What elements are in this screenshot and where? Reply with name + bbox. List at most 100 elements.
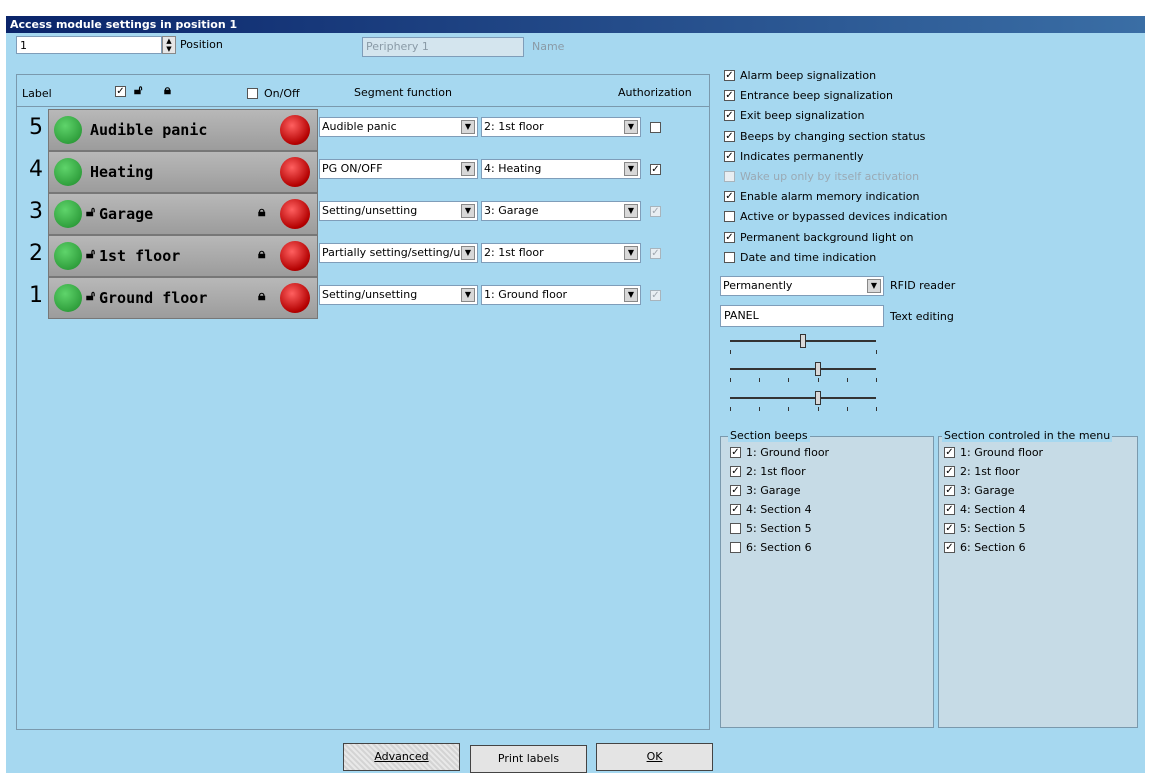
option-checkbox[interactable]: ✓ [724, 70, 735, 81]
option-checkbox[interactable] [724, 211, 735, 223]
option-label: Enable alarm memory indication [740, 190, 920, 204]
section-checkbox[interactable]: ✓ [730, 466, 741, 477]
segment-function-value: Setting/unsetting [322, 288, 418, 301]
green-led-icon[interactable] [54, 158, 82, 186]
chevron-down-icon[interactable]: ▼ [624, 288, 638, 302]
segment-section-select[interactable]: 2: 1st floor ▼ [481, 243, 641, 263]
section-checkbox[interactable]: ✓ [944, 523, 955, 534]
option-checkbox[interactable]: ✓ [724, 191, 735, 203]
position-spinner[interactable]: ▲ ▼ [162, 36, 176, 54]
red-led-icon[interactable] [280, 157, 310, 187]
section-checkbox[interactable]: ✓ [944, 504, 955, 515]
red-led-icon[interactable] [280, 115, 310, 145]
section-checkbox[interactable] [730, 542, 741, 553]
option-checkbox[interactable]: ✓ [724, 130, 735, 142]
spin-up-icon[interactable]: ▲ [163, 37, 175, 45]
red-led-icon[interactable] [280, 199, 310, 229]
advanced-button[interactable]: Advanced [343, 743, 460, 771]
window-title: Access module settings in position 1 [6, 16, 1145, 33]
segment-section-select[interactable]: 2: 1st floor ▼ [481, 117, 641, 137]
slider-track[interactable] [730, 397, 876, 399]
label-all-checkbox[interactable]: ✓ [115, 86, 126, 97]
segment-section-select[interactable]: 4: Heating ▼ [481, 159, 641, 179]
slider-tick [876, 407, 877, 411]
segment-function-select[interactable]: Audible panic ▼ [319, 117, 478, 137]
ok-button[interactable]: OK [596, 743, 713, 771]
label-header: Label [22, 87, 52, 100]
section-checkbox[interactable]: ✓ [730, 485, 741, 496]
red-led-icon[interactable] [280, 241, 310, 271]
authorization-checkbox[interactable] [650, 122, 661, 133]
segment-row[interactable] [48, 151, 318, 193]
option-checkbox[interactable]: ✓ [724, 150, 735, 162]
green-led-icon[interactable] [54, 116, 82, 144]
section-checkbox[interactable] [730, 523, 741, 534]
print-labels-button[interactable]: Print labels [470, 745, 587, 773]
section-label: 1: Ground floor [746, 446, 830, 459]
chevron-down-icon[interactable]: ▼ [461, 246, 475, 260]
slider-thumb[interactable] [800, 334, 806, 348]
red-led-icon[interactable] [280, 283, 310, 313]
chevron-down-icon[interactable]: ▼ [867, 279, 881, 293]
chevron-down-icon[interactable]: ▼ [624, 204, 638, 218]
chevron-down-icon[interactable]: ▼ [461, 204, 475, 218]
segment-function-select[interactable]: Partially setting/setting/ur ▼ [319, 243, 478, 263]
segment-number: 4 [29, 157, 43, 182]
chevron-down-icon[interactable]: ▼ [461, 288, 475, 302]
slider-tick [788, 378, 789, 382]
authorization-header: Authorization [618, 86, 692, 99]
slider-tick [759, 378, 760, 382]
segment-function-select[interactable]: PG ON/OFF ▼ [319, 159, 478, 179]
green-led-icon[interactable] [54, 200, 82, 228]
section-checkbox[interactable]: ✓ [944, 466, 955, 477]
chevron-down-icon[interactable]: ▼ [624, 246, 638, 260]
section-label: 2: 1st floor [960, 465, 1020, 478]
option-label: Alarm beep signalization [740, 69, 877, 82]
header-divider [17, 106, 709, 107]
onoff-checkbox[interactable] [247, 88, 258, 99]
segment-label: Heating [90, 163, 154, 181]
authorization-checkbox[interactable]: ✓ [650, 164, 661, 175]
text-editing-input[interactable]: PANEL [720, 305, 884, 327]
position-input[interactable]: 1 [16, 36, 162, 54]
section-label: 2: 1st floor [746, 465, 806, 478]
chevron-down-icon[interactable]: ▼ [624, 120, 638, 134]
slider-tick [847, 407, 848, 411]
option-label: Exit beep signalization [740, 109, 865, 123]
option-checkbox[interactable]: ✓ [724, 110, 735, 122]
spin-down-icon[interactable]: ▼ [163, 45, 175, 53]
section-checkbox[interactable]: ✓ [944, 485, 955, 496]
segment-section-select[interactable]: 3: Garage ▼ [481, 201, 641, 221]
section-checkbox[interactable]: ✓ [944, 447, 955, 458]
green-led-icon[interactable] [54, 242, 82, 270]
slider-thumb[interactable] [815, 391, 821, 405]
option-checkbox[interactable] [724, 251, 735, 263]
chevron-down-icon[interactable]: ▼ [461, 162, 475, 176]
onoff-label: On/Off [264, 87, 300, 100]
locked-icon: 🔒︎ [258, 204, 266, 220]
option-checkbox[interactable]: ✓ [724, 90, 735, 102]
chevron-down-icon[interactable]: ▼ [624, 162, 638, 176]
segment-number: 2 [29, 241, 43, 266]
name-label: Name [532, 40, 565, 53]
rfid-select[interactable]: Permanently ▼ [720, 276, 884, 296]
section-label: 6: Section 6 [960, 541, 1026, 554]
locked-icon[interactable]: 🔒︎ [164, 83, 171, 98]
slider-thumb[interactable] [815, 362, 821, 376]
section-checkbox[interactable]: ✓ [730, 504, 741, 515]
chevron-down-icon[interactable]: ▼ [461, 120, 475, 134]
segment-function-select[interactable]: Setting/unsetting ▼ [319, 285, 478, 305]
green-led-icon[interactable] [54, 284, 82, 312]
locked-icon: 🔒︎ [258, 246, 266, 262]
option-checkbox[interactable]: ✓ [724, 231, 735, 243]
option-label: Wake up only by itself activation [740, 170, 920, 183]
segment-function-select[interactable]: Setting/unsetting ▼ [319, 201, 478, 221]
segment-section-select[interactable]: 1: Ground floor ▼ [481, 285, 641, 305]
slider-track[interactable] [730, 368, 876, 370]
position-label: Position [180, 38, 223, 51]
unlocked-icon[interactable]: 🔓︎ [134, 83, 142, 98]
segment-number: 3 [29, 199, 43, 224]
section-checkbox[interactable]: ✓ [730, 447, 741, 458]
slider-tick [847, 378, 848, 382]
section-checkbox[interactable]: ✓ [944, 542, 955, 553]
